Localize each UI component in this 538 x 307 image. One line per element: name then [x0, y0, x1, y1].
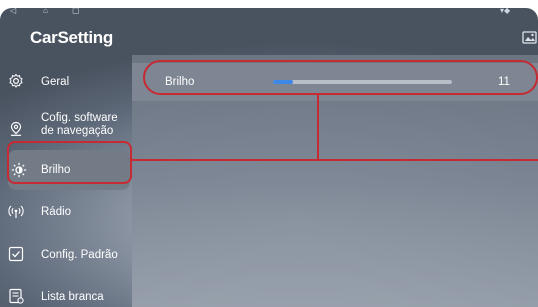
sidebar-item-config-padrao[interactable]: Config. Padrão	[0, 232, 132, 274]
sidebar-item-label: Config. Padrão	[41, 249, 118, 261]
back-nav-icon[interactable]: ◁	[10, 8, 16, 15]
car-settings-screen: ◁ ⌂ ▢ ▾◆ CarSetting Brilho 11 Geral Cofi…	[0, 8, 538, 307]
location-pin-icon	[10, 121, 22, 136]
sidebar-item-label: Geral	[41, 76, 70, 88]
sidebar-item-lista-branca[interactable]: Lista branca	[0, 275, 132, 307]
radio-signal-icon	[8, 205, 24, 218]
sidebar-item-geral[interactable]: Geral	[0, 61, 132, 103]
sidebar-item-label-line2: de navegação	[41, 125, 114, 137]
sidebar-item-label: Cofig. software	[41, 112, 118, 124]
brilho-item-highlight	[7, 141, 132, 184]
sidebar-item-radio[interactable]: Rádio	[0, 191, 132, 233]
brightness-row-highlight	[143, 60, 538, 95]
checkbox-icon	[8, 246, 24, 262]
gear-icon	[9, 73, 23, 88]
annotation-connector-vertical	[317, 95, 319, 160]
recents-nav-icon[interactable]: ▢	[72, 8, 80, 15]
annotation-connector-horizontal	[131, 159, 538, 161]
wallpaper-icon[interactable]	[522, 30, 538, 46]
home-nav-icon[interactable]: ⌂	[43, 8, 48, 15]
signal-icon: ▾◆	[500, 8, 511, 15]
list-icon	[9, 288, 24, 304]
sidebar-item-label: Lista branca	[41, 291, 104, 303]
status-bar: ◁ ⌂ ▢ ▾◆	[0, 8, 538, 18]
app-title: CarSetting	[30, 28, 113, 47]
sidebar-item-label: Rádio	[41, 206, 72, 218]
